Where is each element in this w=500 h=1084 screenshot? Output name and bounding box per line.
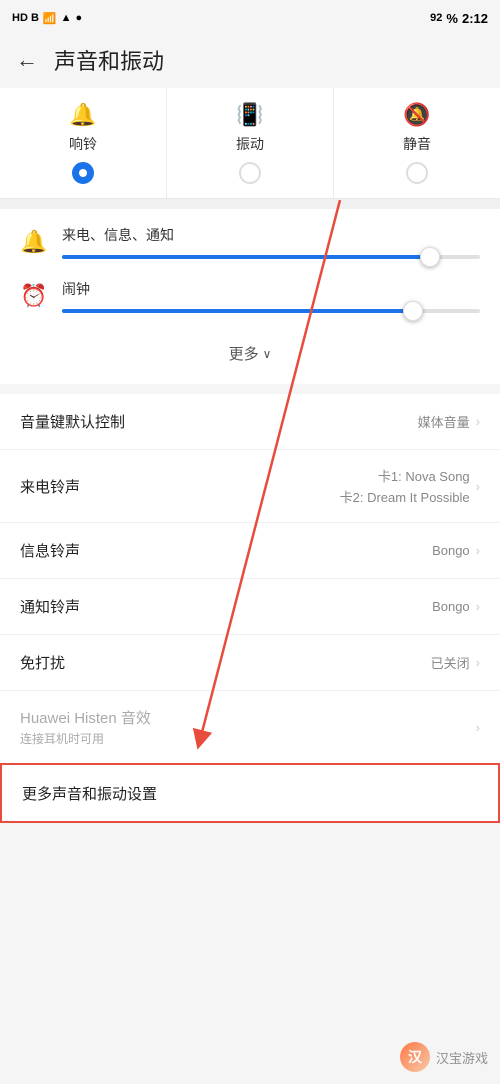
alarm-slider-track	[62, 309, 480, 313]
page-title: 声音和振动	[54, 44, 164, 76]
ring-radio-ring[interactable]	[72, 162, 94, 184]
dnd-value: 已关闭	[431, 653, 470, 672]
ring-mode-silent-label: 静音	[403, 134, 431, 154]
settings-item-ringtone[interactable]: 来电铃声 卡1: Nova Song 卡2: Dream It Possible…	[0, 450, 500, 523]
ringtone-right: 卡1: Nova Song 卡2: Dream It Possible ›	[340, 466, 480, 506]
ring-mode-ring[interactable]: 🔔 响铃	[0, 88, 167, 198]
settings-item-volume-key[interactable]: 音量键默认控制 媒体音量 ›	[0, 394, 500, 450]
notification-vol-icon: 🔔	[20, 229, 48, 255]
volume-row-notification: 🔔 来电、信息、通知	[20, 225, 480, 259]
status-right: 92 % 2:12	[430, 11, 488, 26]
section-divider-1	[0, 199, 500, 209]
notification-vol-label: 来电、信息、通知	[62, 225, 480, 245]
histen-right: ›	[474, 720, 480, 735]
notification-tone-right: Bongo ›	[432, 599, 480, 614]
alarm-vol-label: 闹钟	[62, 279, 480, 299]
notification-slider-fill	[62, 255, 430, 259]
vibrate-icon: 📳	[236, 102, 263, 128]
ring-mode-vibrate[interactable]: 📳 振动	[167, 88, 334, 198]
status-icons: ●	[75, 12, 82, 24]
volume-section: 🔔 来电、信息、通知 ⏰ 闹钟 更多 ∨	[0, 209, 500, 384]
settings-item-notification-tone[interactable]: 通知铃声 Bongo ›	[0, 579, 500, 635]
settings-list: 音量键默认控制 媒体音量 › 来电铃声 卡1: Nova Song 卡2: Dr…	[0, 394, 500, 763]
ring-mode-silent[interactable]: 🔕 静音	[334, 88, 500, 198]
histen-sub-label: 连接耳机时可用	[20, 730, 151, 747]
battery-percent: %	[446, 11, 458, 26]
ring-mode-vibrate-label: 振动	[236, 134, 264, 154]
alarm-vol-content: 闹钟	[62, 279, 480, 313]
battery-indicator: 92	[430, 12, 442, 24]
histen-label: Huawei Histen 音效	[20, 707, 151, 728]
ring-radio-vibrate[interactable]	[239, 162, 261, 184]
message-tone-right: Bongo ›	[432, 543, 480, 558]
dnd-right: 已关闭 ›	[431, 653, 480, 672]
notification-tone-chevron: ›	[476, 599, 480, 614]
silent-icon: 🔕	[403, 102, 430, 128]
status-wifi: ▲	[61, 12, 72, 24]
time-display: 2:12	[462, 11, 488, 26]
message-tone-chevron: ›	[476, 543, 480, 558]
histen-content: Huawei Histen 音效 连接耳机时可用	[20, 707, 151, 747]
watermark: 汉 汉宝游戏	[400, 1042, 488, 1072]
notification-vol-content: 来电、信息、通知	[62, 225, 480, 259]
alarm-slider-thumb[interactable]	[403, 301, 423, 321]
ringtone-card1: 卡1: Nova Song	[378, 466, 470, 485]
volume-key-chevron: ›	[476, 414, 480, 429]
settings-item-message-tone[interactable]: 信息铃声 Bongo ›	[0, 523, 500, 579]
notification-tone-value: Bongo	[432, 599, 470, 614]
volume-key-right: 媒体音量 ›	[418, 412, 480, 431]
watermark-logo-text: 汉	[408, 1047, 422, 1067]
page-wrapper: HD B 📶 ▲ ● 92 % 2:12 ← 声音和振动 🔔 响铃 📳 振动 🔕…	[0, 0, 500, 823]
more-settings-label: 更多声音和振动设置	[22, 783, 478, 804]
back-button[interactable]: ←	[16, 49, 38, 71]
alarm-slider-fill	[62, 309, 413, 313]
more-label: 更多	[229, 343, 259, 364]
status-signal: 📶	[43, 12, 57, 25]
settings-item-histen[interactable]: Huawei Histen 音效 连接耳机时可用 ›	[0, 691, 500, 763]
status-bar: HD B 📶 ▲ ● 92 % 2:12	[0, 0, 500, 36]
alarm-vol-icon: ⏰	[20, 283, 48, 309]
more-button[interactable]: 更多 ∨	[20, 333, 480, 368]
notification-tone-label: 通知铃声	[20, 596, 432, 617]
message-tone-value: Bongo	[432, 543, 470, 558]
settings-item-dnd[interactable]: 免打扰 已关闭 ›	[0, 635, 500, 691]
notification-slider-track	[62, 255, 480, 259]
ringtone-chevron: ›	[476, 479, 480, 494]
ringtone-card2: 卡2: Dream It Possible	[340, 487, 470, 506]
ring-mode-ring-label: 响铃	[69, 134, 97, 154]
ring-mode-selector: 🔔 响铃 📳 振动 🔕 静音	[0, 88, 500, 199]
status-network: HD B	[12, 12, 39, 24]
dnd-label: 免打扰	[20, 652, 431, 673]
status-left: HD B 📶 ▲ ●	[12, 12, 82, 25]
notification-slider-thumb[interactable]	[420, 247, 440, 267]
watermark-site-text: 汉宝游戏	[436, 1048, 488, 1067]
header: ← 声音和振动	[0, 36, 500, 88]
more-settings-container: 更多声音和振动设置	[0, 763, 500, 823]
ring-radio-silent[interactable]	[406, 162, 428, 184]
ringtone-multi-value: 卡1: Nova Song 卡2: Dream It Possible	[340, 466, 470, 506]
ring-bell-icon: 🔔	[69, 102, 96, 128]
volume-key-label: 音量键默认控制	[20, 411, 418, 432]
dnd-chevron: ›	[476, 655, 480, 670]
message-tone-label: 信息铃声	[20, 540, 432, 561]
more-chevron-icon: ∨	[263, 347, 272, 361]
ringtone-label: 来电铃声	[20, 476, 340, 497]
histen-chevron: ›	[476, 720, 480, 735]
volume-key-value: 媒体音量	[418, 412, 470, 431]
volume-row-alarm: ⏰ 闹钟	[20, 279, 480, 313]
watermark-logo: 汉	[400, 1042, 430, 1072]
settings-item-more-settings[interactable]: 更多声音和振动设置	[2, 765, 498, 821]
